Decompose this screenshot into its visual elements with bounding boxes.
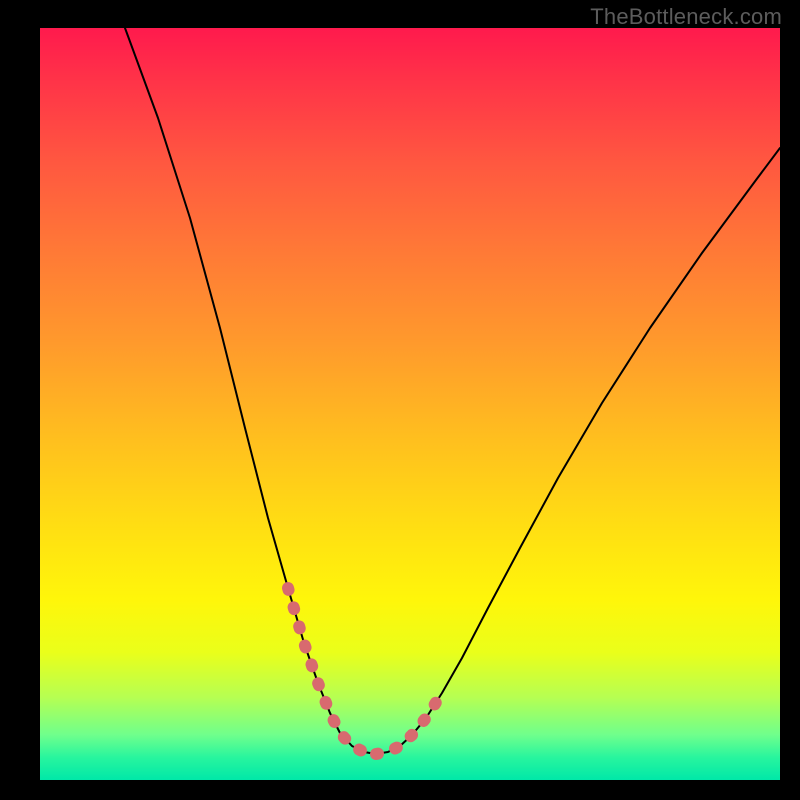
plot-area <box>40 28 780 780</box>
highlight-left-segment <box>288 588 376 754</box>
chart-frame: TheBottleneck.com <box>0 0 800 800</box>
highlight-right-segment <box>376 693 442 754</box>
watermark-text: TheBottleneck.com <box>590 4 782 30</box>
curve-layer <box>40 28 780 780</box>
bottleneck-curve <box>125 28 780 754</box>
